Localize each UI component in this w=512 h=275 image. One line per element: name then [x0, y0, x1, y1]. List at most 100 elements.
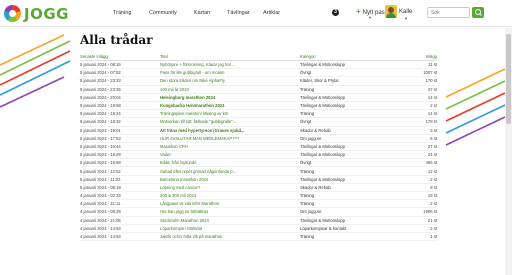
row-category-link[interactable]: Tävlingar & Motionslopp [300, 103, 415, 108]
table-header: Senaste inlägg Titel Kategori Inlägg [80, 53, 437, 61]
row-date: 5 januari 2024 - 23:26 [80, 86, 121, 92]
row-date: 5 januari 2024 - 17:53 [80, 135, 121, 141]
row-category-link[interactable]: Tävlingar & Motionslopp [300, 218, 415, 223]
table-row: 5 januari 2024 - 18:32 Motverkan till sit… [80, 118, 437, 127]
nav-item-tavlingar[interactable]: Tävlingar [227, 10, 250, 16]
row-category-link[interactable]: Skador & Rehab [300, 128, 415, 133]
thread-table: Senaste inlägg Titel Kategori Inlägg 5 j… [80, 53, 437, 242]
row-date: 5 januari 2024 - 16:44 [80, 143, 121, 149]
row-category-link[interactable]: Träning [300, 169, 415, 174]
row-category-link[interactable]: Tävlingar & Motionslopp [300, 62, 415, 67]
table-row: 5 januari 2024 - 19:58 Kungsbacka Halvmar… [80, 102, 437, 111]
row-category-link[interactable]: Tävlingar & Motionslopp [300, 95, 415, 100]
header-date[interactable]: Senaste inlägg [80, 54, 160, 59]
row-title-link[interactable]: Vader [160, 152, 300, 157]
row-category-link[interactable]: Övrigt [300, 70, 415, 75]
row-title-link[interactable]: Långpass vs vila inför Marathon [160, 201, 300, 206]
plus-icon: + [356, 7, 361, 16]
table-row: 5 januari 2024 - 23:26 100 mil år 2024 Trä… [80, 86, 437, 94]
row-category-link[interactable]: Träning [300, 201, 415, 206]
row-title-link[interactable]: Jaktfir och/v hitta vilt på marathon [160, 234, 300, 239]
row-date: 5 januari 2024 - 18:32 [80, 119, 121, 125]
row-date: 5 januari 2024 - 11:02 [80, 176, 121, 182]
nav-item-traning[interactable]: Träning [113, 10, 131, 16]
row-category-link[interactable]: Övrigt [300, 160, 415, 165]
row-count: 19 st [427, 193, 437, 199]
table-row: 5 januari 2024 - 19:24 Träningsplan marat… [80, 110, 437, 119]
row-date: 4 januari 2024 - 08:39 [80, 209, 121, 215]
row-category-link[interactable]: Träning [300, 193, 415, 198]
table-row: 4 januari 2024 - 21:11 Långpass vs vila i… [80, 200, 437, 209]
table-row: 5 januari 2024 - 23:33 Den stora tråden o… [80, 77, 437, 86]
logo-text: JOGG [24, 4, 69, 23]
row-category-link[interactable]: Träning [300, 111, 415, 116]
row-title-link[interactable]: Nybörjare + förkrosning. Klarar jag hal.… [160, 62, 300, 67]
row-category-link[interactable]: Om jogg.se [300, 136, 415, 141]
header-category[interactable]: Kategori [300, 54, 415, 59]
row-title-link[interactable]: Att träna med hypertyreos (Graves sjukd.… [160, 128, 300, 133]
search-button[interactable] [472, 7, 484, 18]
row-date: 5 januari 2024 - 19:58 [80, 103, 121, 109]
row-date: 4 januari 2024 - 14:53 [80, 225, 121, 231]
row-count: 14 st [427, 94, 437, 100]
row-date: 4 januari 2024 - 02:33 [80, 193, 121, 199]
row-count: 2 st [430, 225, 437, 231]
row-title-link[interactable]: Träningsplan maraton/ löksing av km [160, 111, 300, 116]
row-count: 21 st [427, 217, 437, 223]
user-menu-chevron-icon[interactable]: ▼ [404, 16, 408, 21]
row-title-link[interactable]: 200 & 300 mil 2024 [160, 193, 300, 198]
row-title-link[interactable]: Bilder från löprunde [160, 160, 300, 165]
row-title-link[interactable]: Barcelona marathon 2024 [160, 177, 300, 182]
notification-icon[interactable]: 3 [332, 9, 339, 16]
nav-item-community[interactable]: Community [149, 10, 177, 16]
row-title-link[interactable]: Kungsbacka Halvmarathon 2024 [160, 103, 300, 108]
row-count: 2 st [430, 201, 437, 207]
page-title: Alla trådar [80, 33, 153, 47]
row-title-link[interactable]: Löpning med cancer? [160, 185, 300, 190]
new-pass-button[interactable]: + Nytt pass ▼ [356, 7, 388, 20]
row-count: 2 st [430, 103, 437, 109]
row-count: 14 st [427, 111, 437, 117]
search-input[interactable] [427, 7, 470, 18]
row-category-link[interactable]: Om jogg.se [300, 209, 415, 214]
row-title-link[interactable]: Sahad eller repét grosad någonfunda p... [160, 169, 300, 174]
row-title-link[interactable]: Hur kan jogg.se förbättras [160, 209, 300, 214]
scrollbar-thumb[interactable] [506, 34, 511, 124]
row-title-link[interactable]: Marathon CPH [160, 144, 300, 149]
row-category-link[interactable]: Tävlingar & Motionslopp [300, 152, 415, 157]
row-date: 4 januari 2024 - 21:05 [80, 217, 121, 223]
row-category-link[interactable]: Tävlingar & Motionslopp [300, 144, 415, 149]
table-row: 4 januari 2024 - 02:33 200 & 300 mil 2024… [80, 192, 437, 201]
header-title[interactable]: Titel [160, 54, 300, 59]
jogg-logo[interactable]: JOGG [4, 4, 69, 23]
row-title-link[interactable]: Stockholm Marathon 2024 [160, 218, 300, 223]
user-name[interactable]: Kalle [399, 9, 412, 15]
row-count: 1906 st [423, 209, 437, 215]
row-title-link[interactable]: 100 mil år 2024 [160, 87, 300, 92]
row-title-link[interactable]: Helsingborg marathon 2024 [160, 95, 300, 100]
row-category-link[interactable]: Träning [300, 234, 415, 239]
header-count[interactable]: Inlägg [415, 54, 437, 59]
row-title-link[interactable]: HUR AVSLUTAR MAN MEDLEMSKAP??? [160, 136, 300, 141]
row-category-link[interactable]: Skador & Rehab [300, 185, 415, 190]
row-count: 3 st [430, 127, 437, 133]
avatar[interactable] [385, 5, 397, 18]
row-title-link[interactable]: Pass för lite gubbigrall - om motion [160, 70, 300, 75]
row-category-link[interactable]: Träning [300, 87, 415, 92]
nav-item-artiklar[interactable]: Artiklar [263, 10, 280, 16]
row-title-link[interactable]: Löparkompis i Mölndal [160, 226, 300, 231]
row-date: 5 januari 2024 - 19:24 [80, 111, 121, 117]
row-count: 27 st [427, 143, 437, 149]
table-row: 5 januari 2024 - 08:16 Nybörjare + förkro… [80, 61, 437, 70]
row-category-link[interactable]: Kläder, Skor & Prylar [300, 78, 415, 83]
row-date: 5 januari 2024 - 07:52 [80, 70, 121, 76]
row-title-link[interactable]: Motverkan till sitt: åtskade "gubbigrall… [160, 119, 300, 124]
row-category-link[interactable]: Löparkompisar & kontakt [300, 226, 415, 231]
table-body: 5 januari 2024 - 08:16 Nybörjare + förkro… [80, 61, 437, 242]
row-title-link[interactable]: Den stora tråden om Nike AlphaFly [160, 78, 300, 83]
row-category-link[interactable]: Övrigt [300, 119, 415, 124]
scrollbar[interactable] [505, 28, 512, 275]
nav-item-kartan[interactable]: Kartan [194, 10, 210, 16]
row-category-link[interactable]: Tävlingar & Motionslopp [300, 177, 415, 182]
row-count: 170 st [425, 78, 437, 84]
